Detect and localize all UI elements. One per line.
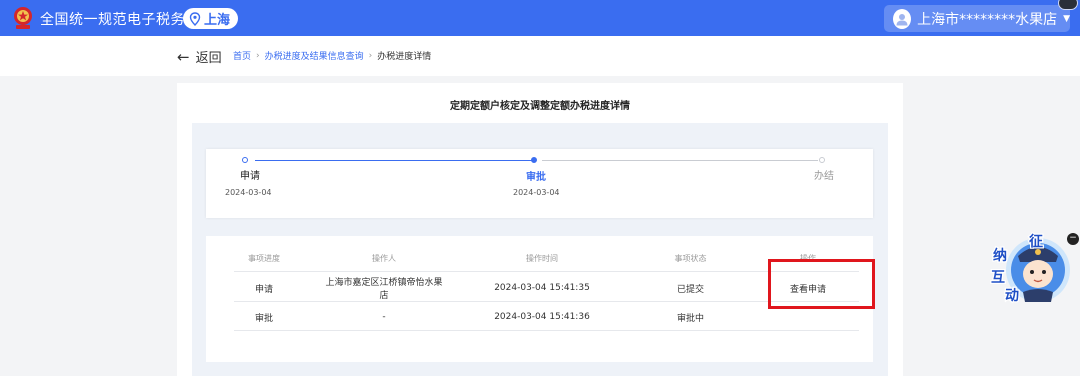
cell-status: 已提交 (676, 284, 704, 295)
mascot-char: 征 (1029, 233, 1043, 250)
cell-status: 审批中 (676, 313, 704, 324)
cell-stage: 审批 (254, 313, 273, 324)
mascot-char: 纳 (993, 247, 1007, 264)
breadcrumb-bar: ← 返回 首页 › 办税进度及结果信息查询 › 办税进度详情 (0, 36, 1080, 76)
mascot-char: 互 (991, 270, 1005, 286)
progress-line-pending (542, 160, 818, 161)
user-name: 上海市********水果店 (917, 11, 1058, 28)
cell-operator: 上海市嘉定区江桥镇帝怡水果店 (325, 278, 443, 301)
step-label-apply: 申请 (240, 171, 260, 182)
step-dot-complete (819, 157, 825, 163)
mascot-char: 动 (1005, 287, 1019, 304)
caret-down-icon: ▼ (1063, 13, 1070, 24)
header-status: 事项状态 (674, 253, 707, 263)
user-menu[interactable]: 上海市********水果店 ▼ (884, 5, 1070, 32)
user-avatar-icon (893, 8, 912, 29)
page-title: 定期定额户核定及调整定额办税进度详情 (450, 101, 630, 112)
arrow-left-icon: ← (177, 47, 190, 66)
detail-card: 定期定额户核定及调整定额办税进度详情 申请 2024-03-04 审批 2024… (177, 83, 903, 376)
cell-operator: - (382, 312, 386, 322)
cell-stage: 申请 (254, 284, 273, 295)
cell-time: 2024-03-04 15:41:36 (494, 312, 590, 322)
corner-toggle-button[interactable] (1058, 0, 1078, 10)
header-operator: 操作人 (372, 253, 396, 263)
step-label-approve: 审批 (526, 172, 546, 183)
header-stage: 事项进度 (248, 253, 280, 263)
progress-stepper: 申请 2024-03-04 审批 2024-03-04 办结 (206, 149, 873, 218)
header-time: 操作时间 (526, 253, 558, 263)
breadcrumb-home-link[interactable]: 首页 (233, 49, 251, 62)
region-selector[interactable]: 上海 (183, 8, 239, 29)
breadcrumb-query-link[interactable]: 办税进度及结果信息查询 (265, 49, 364, 62)
table-divider (234, 330, 859, 331)
table-row: 审批 - 2024-03-04 15:41:36 审批中 (206, 309, 873, 325)
progress-line-completed (255, 160, 533, 161)
cell-time: 2024-03-04 15:41:35 (494, 283, 590, 293)
step-date-apply: 2024-03-04 (225, 188, 272, 197)
detail-panel: 申请 2024-03-04 审批 2024-03-04 办结 事项进度 操作人 … (192, 123, 888, 376)
step-label-complete: 办结 (814, 171, 834, 182)
step-date-approve: 2024-03-04 (513, 188, 560, 197)
step-dot-apply (242, 157, 248, 163)
table-divider (234, 301, 859, 302)
back-label: 返回 (195, 51, 222, 66)
region-label: 上海 (204, 13, 231, 28)
chevron-right-icon: › (368, 50, 373, 61)
breadcrumb: 首页 › 办税进度及结果信息查询 › 办税进度详情 (233, 49, 432, 63)
back-button[interactable]: ← 返回 (177, 47, 222, 67)
assistant-mascot-icon[interactable]: 征 纳 互 动 (985, 232, 1071, 308)
mascot-close-button[interactable]: − (1067, 233, 1079, 245)
location-pin-icon (189, 11, 201, 26)
top-header: 全国统一规范电子税务局 上海 上海市********水果店 ▼ (0, 0, 1080, 36)
table-divider (234, 271, 859, 272)
step-dot-approve (531, 157, 537, 163)
site-title[interactable]: 全国统一规范电子税务局 (40, 9, 200, 29)
highlight-box (768, 259, 875, 309)
chevron-right-icon: › (256, 50, 260, 61)
tax-emblem-icon (14, 7, 32, 29)
breadcrumb-current: 办税进度详情 (377, 52, 432, 62)
